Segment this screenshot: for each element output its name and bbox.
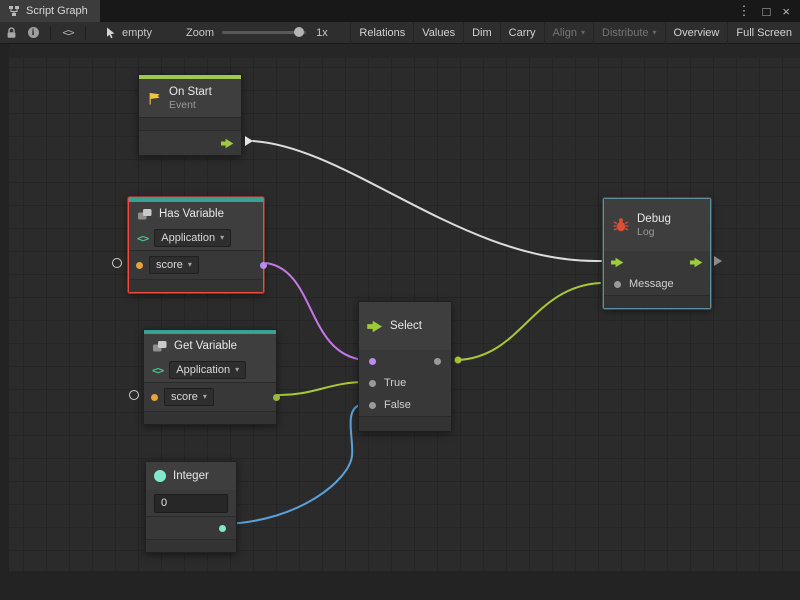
caret-down-icon: ▾	[188, 261, 192, 269]
node-title: Has Variable	[159, 208, 224, 221]
empty-input-port[interactable]	[129, 390, 139, 400]
node-on-start[interactable]: On Start Event	[138, 74, 242, 156]
node-get-variable[interactable]: Get Variable <> Application ▾ score ▾	[143, 329, 277, 425]
variable-kind-icon: <>	[137, 232, 148, 245]
window-titlebar: Script Graph ⋮ □ ×	[0, 0, 800, 22]
distribute-button[interactable]: Distribute ▾	[593, 22, 664, 44]
dim-button[interactable]: Dim	[463, 22, 500, 44]
integer-type-icon	[154, 470, 166, 482]
false-port-label: False	[384, 399, 411, 411]
canvas-edge	[0, 44, 9, 600]
selection-status: empty	[106, 27, 152, 39]
node-footer	[144, 411, 276, 424]
variables-stack-icon	[137, 208, 153, 221]
variable-name-dropdown[interactable]: score ▾	[149, 256, 199, 274]
selection-status-label: empty	[122, 27, 152, 39]
empty-input-port[interactable]	[112, 258, 122, 268]
info-icon[interactable]: i	[22, 22, 44, 44]
graph-canvas[interactable]: On Start Event Has Variable <> Applicati…	[0, 44, 800, 600]
node-title: Debug	[637, 213, 671, 226]
zoom-slider[interactable]	[222, 31, 306, 34]
bug-icon	[612, 217, 630, 233]
select-icon	[367, 320, 383, 333]
graph-toolbar: i <> empty Zoom 1x Relations Values Dim …	[0, 22, 800, 44]
fullscreen-button[interactable]: Full Screen	[727, 22, 800, 44]
node-subtitle: Event	[169, 99, 212, 111]
flag-icon	[147, 91, 162, 106]
zoom-value: 1x	[316, 27, 328, 39]
variable-kind-icon: <>	[152, 364, 163, 377]
window-controls: ⋮ □ ×	[738, 0, 800, 22]
integer-output-port[interactable]	[219, 525, 226, 532]
graph-icon	[8, 5, 20, 17]
node-footer	[129, 279, 263, 292]
zoom-label: Zoom	[186, 27, 214, 39]
name-input-port[interactable]	[151, 394, 158, 401]
wire-start-marker	[245, 136, 253, 146]
integer-value-input[interactable]: 0	[154, 494, 228, 513]
align-button[interactable]: Align ▾	[544, 22, 593, 44]
selection-output-port[interactable]	[434, 358, 441, 365]
node-has-variable[interactable]: Has Variable <> Application ▾ score ▾	[128, 197, 264, 293]
toolbar-separator	[50, 26, 51, 40]
node-title: Get Variable	[174, 340, 237, 353]
menu-icon[interactable]: ⋮	[738, 3, 751, 19]
overview-button[interactable]: Overview	[665, 22, 728, 44]
node-subtitle: Log	[637, 226, 671, 238]
false-input-port[interactable]	[369, 402, 376, 409]
caret-down-icon: ▾	[581, 29, 585, 37]
flow-output-port[interactable]	[221, 138, 234, 149]
bool-output-port[interactable]	[260, 262, 267, 269]
node-debug-log[interactable]: Debug Log Message	[603, 198, 711, 309]
close-icon[interactable]: ×	[782, 4, 790, 19]
node-footer	[604, 295, 710, 308]
flow-output-port[interactable]	[690, 257, 703, 268]
value-output-port[interactable]	[273, 394, 280, 401]
caret-down-icon: ▾	[220, 234, 224, 242]
caret-down-icon: ▾	[653, 29, 657, 37]
canvas-edge	[0, 44, 800, 58]
caret-down-icon: ▾	[203, 393, 207, 401]
message-input-port[interactable]	[614, 281, 621, 288]
canvas-edge	[0, 571, 800, 600]
code-toggle-icon[interactable]: <>	[57, 22, 79, 44]
unconnected-flow-marker	[714, 256, 722, 266]
tab-title: Script Graph	[26, 5, 88, 17]
variable-name-dropdown[interactable]: score ▾	[164, 388, 214, 406]
node-footer	[359, 416, 451, 431]
toolbar-separator	[85, 26, 86, 40]
scope-dropdown[interactable]: Application ▾	[169, 361, 246, 379]
caret-down-icon: ▾	[235, 366, 239, 374]
node-select[interactable]: Select True False	[358, 301, 452, 432]
condition-input-port[interactable]	[369, 358, 376, 365]
zoom-slider-handle[interactable]	[294, 27, 304, 37]
name-input-port[interactable]	[136, 262, 143, 269]
scope-dropdown[interactable]: Application ▾	[154, 229, 231, 247]
node-title: Select	[390, 320, 422, 333]
lock-icon[interactable]	[0, 22, 22, 44]
message-port-label: Message	[629, 278, 674, 290]
true-input-port[interactable]	[369, 380, 376, 387]
node-title: Integer	[173, 470, 209, 483]
maximize-icon[interactable]: □	[763, 4, 771, 19]
true-port-label: True	[384, 377, 406, 389]
node-footer	[146, 539, 236, 552]
tab-script-graph[interactable]: Script Graph	[0, 0, 100, 22]
node-body	[139, 117, 241, 130]
variables-stack-icon	[152, 340, 168, 353]
carry-button[interactable]: Carry	[500, 22, 544, 44]
cursor-icon	[106, 27, 117, 39]
relations-button[interactable]: Relations	[350, 22, 413, 44]
values-button[interactable]: Values	[413, 22, 463, 44]
node-integer[interactable]: Integer 0	[145, 461, 237, 553]
flow-input-port[interactable]	[611, 257, 624, 268]
node-title: On Start	[169, 86, 212, 99]
